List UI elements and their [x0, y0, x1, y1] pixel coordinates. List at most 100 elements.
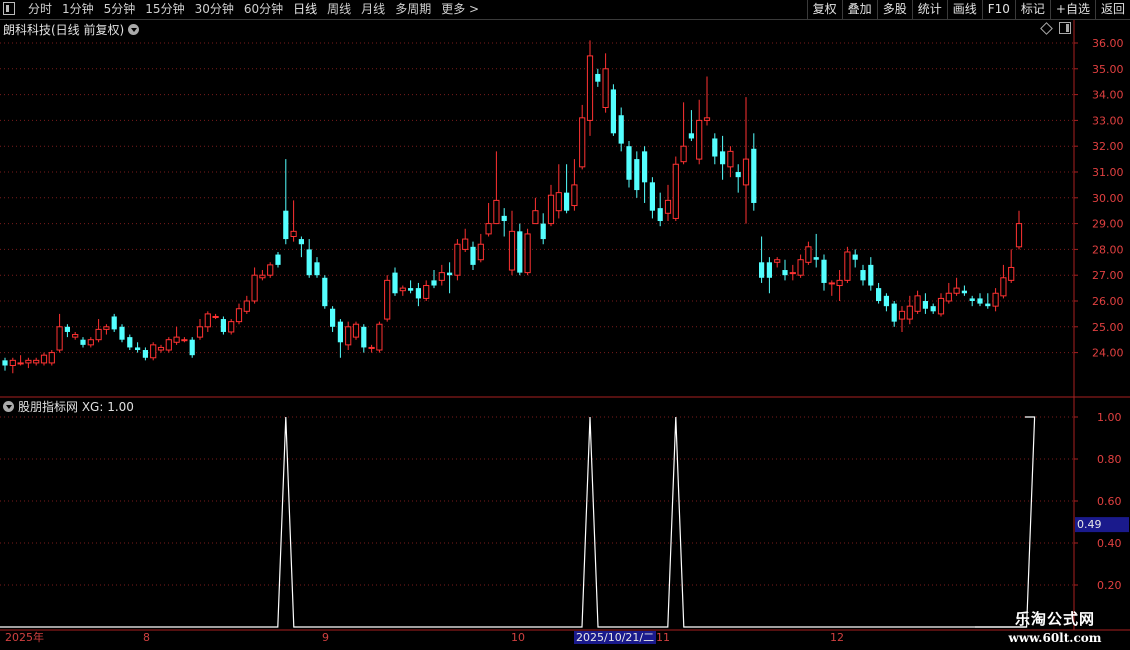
kline-chart[interactable]: 36.00 35.00 34.00 33.00 32.00 31.00 30.00 29.00… [0, 0, 1130, 650]
candle-body [352, 323, 360, 338]
candle-body [821, 259, 827, 283]
candle-body [759, 262, 765, 278]
candle-body [1000, 277, 1007, 297]
candle-body [399, 287, 406, 292]
candle-body [508, 230, 516, 271]
watermark-title: 乐淘公式网 [1014, 610, 1095, 628]
site-watermark: 乐淘公式网 www.60lt.com [986, 608, 1124, 650]
candle-body [408, 288, 414, 291]
price-tick-label: 25.00 [1092, 321, 1124, 334]
candle-body [322, 277, 328, 307]
candle-body [868, 264, 874, 286]
candle-body [961, 290, 967, 294]
candle-body [454, 243, 461, 276]
candle-body [836, 279, 843, 287]
candle-body [1008, 266, 1015, 281]
candle-body [876, 288, 882, 301]
candle-body [985, 303, 991, 307]
candle-body [368, 346, 375, 349]
candle-body [485, 223, 492, 235]
date-label: 2025年 [5, 631, 44, 644]
candle-body [797, 259, 804, 276]
candle-body [735, 172, 741, 178]
candle-body [610, 89, 616, 134]
price-tick-label: 28.00 [1092, 243, 1124, 256]
price-tick-label: 32.00 [1092, 140, 1124, 153]
candle-body [898, 310, 906, 320]
indicator-tick-label: 0.20 [1097, 579, 1122, 592]
candle-body [438, 272, 445, 281]
candle-body [392, 272, 398, 294]
candle-body [384, 279, 391, 320]
candle-body [493, 199, 500, 225]
candle-body [290, 230, 297, 237]
candle-body [173, 336, 180, 343]
candle-body [165, 339, 172, 351]
candle-body [17, 362, 24, 365]
candle-body [805, 246, 812, 263]
candle-body [782, 270, 788, 276]
candle-body [906, 305, 913, 320]
candle-body [283, 210, 289, 240]
candle-body [56, 326, 63, 351]
candle-body [860, 270, 866, 281]
candle-body [135, 347, 141, 351]
candle-body [937, 297, 945, 315]
candle-body [462, 238, 469, 250]
candle-body [930, 306, 936, 312]
xg-signal-line [0, 416, 1036, 628]
price-tick-label: 26.00 [1092, 295, 1124, 308]
candle-body [555, 192, 562, 212]
candle-body [602, 68, 609, 109]
price-tick-label: 27.00 [1092, 269, 1124, 282]
date-label: 9 [322, 631, 329, 644]
candle-body [657, 208, 663, 222]
candle-body [517, 231, 523, 273]
candle-body [540, 223, 546, 240]
candle-body [680, 145, 687, 163]
candle-body [977, 298, 983, 304]
candle-body [330, 308, 336, 327]
candle-body [111, 316, 117, 330]
candle-body [337, 321, 343, 343]
candle-body [727, 150, 734, 168]
candle-body [72, 334, 79, 338]
watermark-url: www.60lt.com [1008, 631, 1102, 645]
candle-body [48, 352, 55, 364]
candle-body [891, 303, 897, 322]
candle-body [953, 287, 960, 294]
date-label: 12 [830, 631, 844, 644]
candle-body [524, 233, 531, 274]
candle-body [196, 326, 204, 338]
candle-body [751, 148, 757, 203]
candle-body [642, 151, 648, 183]
candle-body [547, 194, 555, 225]
indicator-tick-label: 1.00 [1097, 411, 1122, 424]
candle-body [142, 350, 148, 358]
candle-body [1015, 223, 1023, 248]
candle-body [376, 323, 383, 351]
candle-body [649, 182, 655, 211]
candle-body [470, 246, 476, 265]
candle-body [64, 326, 70, 332]
candle-body [477, 243, 484, 261]
candle-body [25, 359, 32, 364]
candle-body [259, 274, 266, 279]
candle-body [243, 300, 250, 312]
candle-body [306, 249, 312, 276]
candle-body [33, 359, 40, 364]
candle-body [703, 117, 711, 121]
candle-body [618, 115, 624, 144]
candle-body [361, 326, 367, 348]
date-label: 11 [656, 631, 670, 644]
candle-body [220, 319, 226, 332]
candle-body [789, 272, 796, 275]
price-tick-label: 35.00 [1092, 63, 1124, 76]
candle-body [275, 254, 281, 265]
candle-body [267, 264, 274, 276]
candle-body [883, 295, 889, 307]
candle-body [813, 257, 819, 260]
date-label: 10 [511, 631, 525, 644]
candle-body [40, 354, 48, 364]
candle-body [251, 274, 258, 302]
